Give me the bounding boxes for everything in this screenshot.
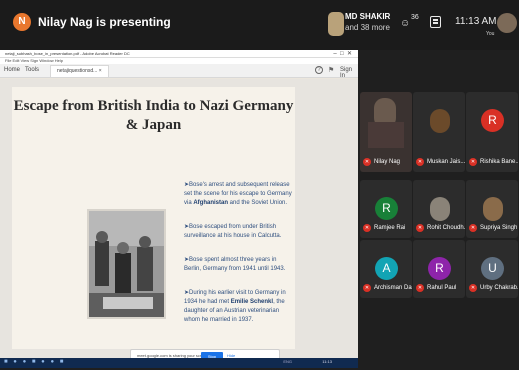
participant-name: Rohit Choudh... xyxy=(427,225,465,231)
participant-tile[interactable]: R ✕ Ramjee Rai xyxy=(360,180,412,238)
participant-name: Nilay Nag xyxy=(374,159,401,165)
historical-photo xyxy=(87,209,166,319)
meeting-clock: 11:13 AM xyxy=(455,16,497,27)
mic-off-icon: ✕ xyxy=(469,224,477,232)
shared-screen: netaji_subhash_bose_in_presentation.pdf … xyxy=(0,50,358,368)
window-controls[interactable]: – □ ✕ xyxy=(333,50,352,57)
self-avatar[interactable] xyxy=(497,13,517,33)
participant-name: Urby Chakrab... xyxy=(480,285,518,291)
taskbar-clock: 11:13 xyxy=(322,359,332,364)
sign-in-link[interactable]: Sign In xyxy=(340,67,358,79)
participant-photo xyxy=(483,197,503,221)
window-title-bar: netaji_subhash_bose_in_presentation.pdf … xyxy=(0,50,358,58)
taskbar-app-icons[interactable]: ■ ● ● ■ ● ● ■ xyxy=(4,359,65,365)
mic-off-icon: ✕ xyxy=(469,284,477,292)
bullet-item: ➤Bose escaped from under British surveil… xyxy=(184,224,282,239)
participant-tile[interactable]: U ✕ Urby Chakrab... xyxy=(466,240,518,298)
participant-avatar: A xyxy=(375,257,398,280)
participant-tile[interactable]: ✕ Rohit Choudh... xyxy=(413,180,465,238)
historical-photo-image xyxy=(89,211,164,317)
bullet-item: ➤During his earlier visit to Germany in … xyxy=(184,290,286,323)
people-count-badge: 36 xyxy=(411,14,419,21)
mic-off-icon: ✕ xyxy=(469,158,477,166)
participant-name: Archisman Das xyxy=(374,285,412,291)
participant-photo xyxy=(430,109,450,133)
pinned-participant-avatar[interactable] xyxy=(328,12,344,36)
document-area: Escape from British India to Nazi German… xyxy=(0,79,358,368)
participants-more-label[interactable]: and 38 more xyxy=(345,22,390,33)
meeting-top-bar: N Nilay Nag is presenting MD SHAKIR and … xyxy=(0,0,519,50)
slide-title: Escape from British India to Nazi German… xyxy=(13,98,294,133)
windows-taskbar: ■ ● ● ■ ● ● ■ ENG 11:13 xyxy=(0,358,358,368)
mic-off-icon: ✕ xyxy=(416,284,424,292)
participant-tile[interactable]: R ✕ Rahul Paul xyxy=(413,240,465,298)
window-title: netaji_subhash_bose_in_presentation.pdf … xyxy=(5,51,130,56)
participant-photo xyxy=(430,197,450,221)
participant-avatar: R xyxy=(375,197,398,220)
people-icon[interactable]: ☺ xyxy=(400,18,410,29)
participant-tile[interactable]: ✕ Muskan Jais... xyxy=(413,92,465,172)
participant-tile[interactable]: R ✕ Rishika Bane... xyxy=(466,92,518,172)
participant-name: Muskan Jais... xyxy=(427,159,465,165)
participant-name: Supriya Singh xyxy=(480,225,518,231)
participant-avatar: R xyxy=(428,257,451,280)
participant-tile[interactable]: ✕ Supriya Singh xyxy=(466,180,518,238)
participant-tile[interactable]: A ✕ Archisman Das xyxy=(360,240,412,298)
mic-off-icon: ✕ xyxy=(363,284,371,292)
tab-bar: Home Tools netajiquestionsd... × ? ⚑ Sig… xyxy=(0,64,358,79)
bullet-item: ➤Bose's arrest and subsequent release se… xyxy=(184,182,292,206)
participant-name: Rahul Paul xyxy=(427,285,457,291)
mic-off-icon: ✕ xyxy=(363,224,371,232)
tab-document[interactable]: netajiquestionsd... × xyxy=(50,65,109,77)
bullet-item: ➤Bose spent almost three years in Berlin… xyxy=(184,257,286,272)
presenting-status: Nilay Nag is presenting xyxy=(38,15,171,29)
participant-name: Ramjee Rai xyxy=(374,225,406,231)
pinned-participant-name: MD SHAKIR xyxy=(345,12,391,21)
presenter-avatar: N xyxy=(13,13,31,31)
slide-bullet-list: ➤Bose's arrest and subsequent release se… xyxy=(184,181,294,340)
menu-items[interactable]: File Edit View Sign Window Help xyxy=(5,58,63,63)
tab-tools[interactable]: Tools xyxy=(25,67,39,73)
self-label: You xyxy=(486,31,495,37)
help-icon[interactable]: ? xyxy=(315,66,323,74)
mic-off-icon: ✕ xyxy=(416,158,424,166)
slide-page: Escape from British India to Nazi German… xyxy=(12,87,295,349)
participant-video-body xyxy=(368,122,404,148)
participant-name: Rishika Bane... xyxy=(480,159,518,165)
chat-icon[interactable] xyxy=(430,16,441,28)
mic-off-icon: ✕ xyxy=(363,158,371,166)
taskbar-tray[interactable]: ENG xyxy=(283,359,292,364)
participant-avatar: R xyxy=(481,109,504,132)
participant-tile[interactable]: ✕ Nilay Nag xyxy=(360,92,412,172)
participant-avatar: U xyxy=(481,257,504,280)
bell-icon[interactable]: ⚑ xyxy=(328,66,334,74)
tab-home[interactable]: Home xyxy=(4,67,20,73)
mic-off-icon: ✕ xyxy=(416,224,424,232)
